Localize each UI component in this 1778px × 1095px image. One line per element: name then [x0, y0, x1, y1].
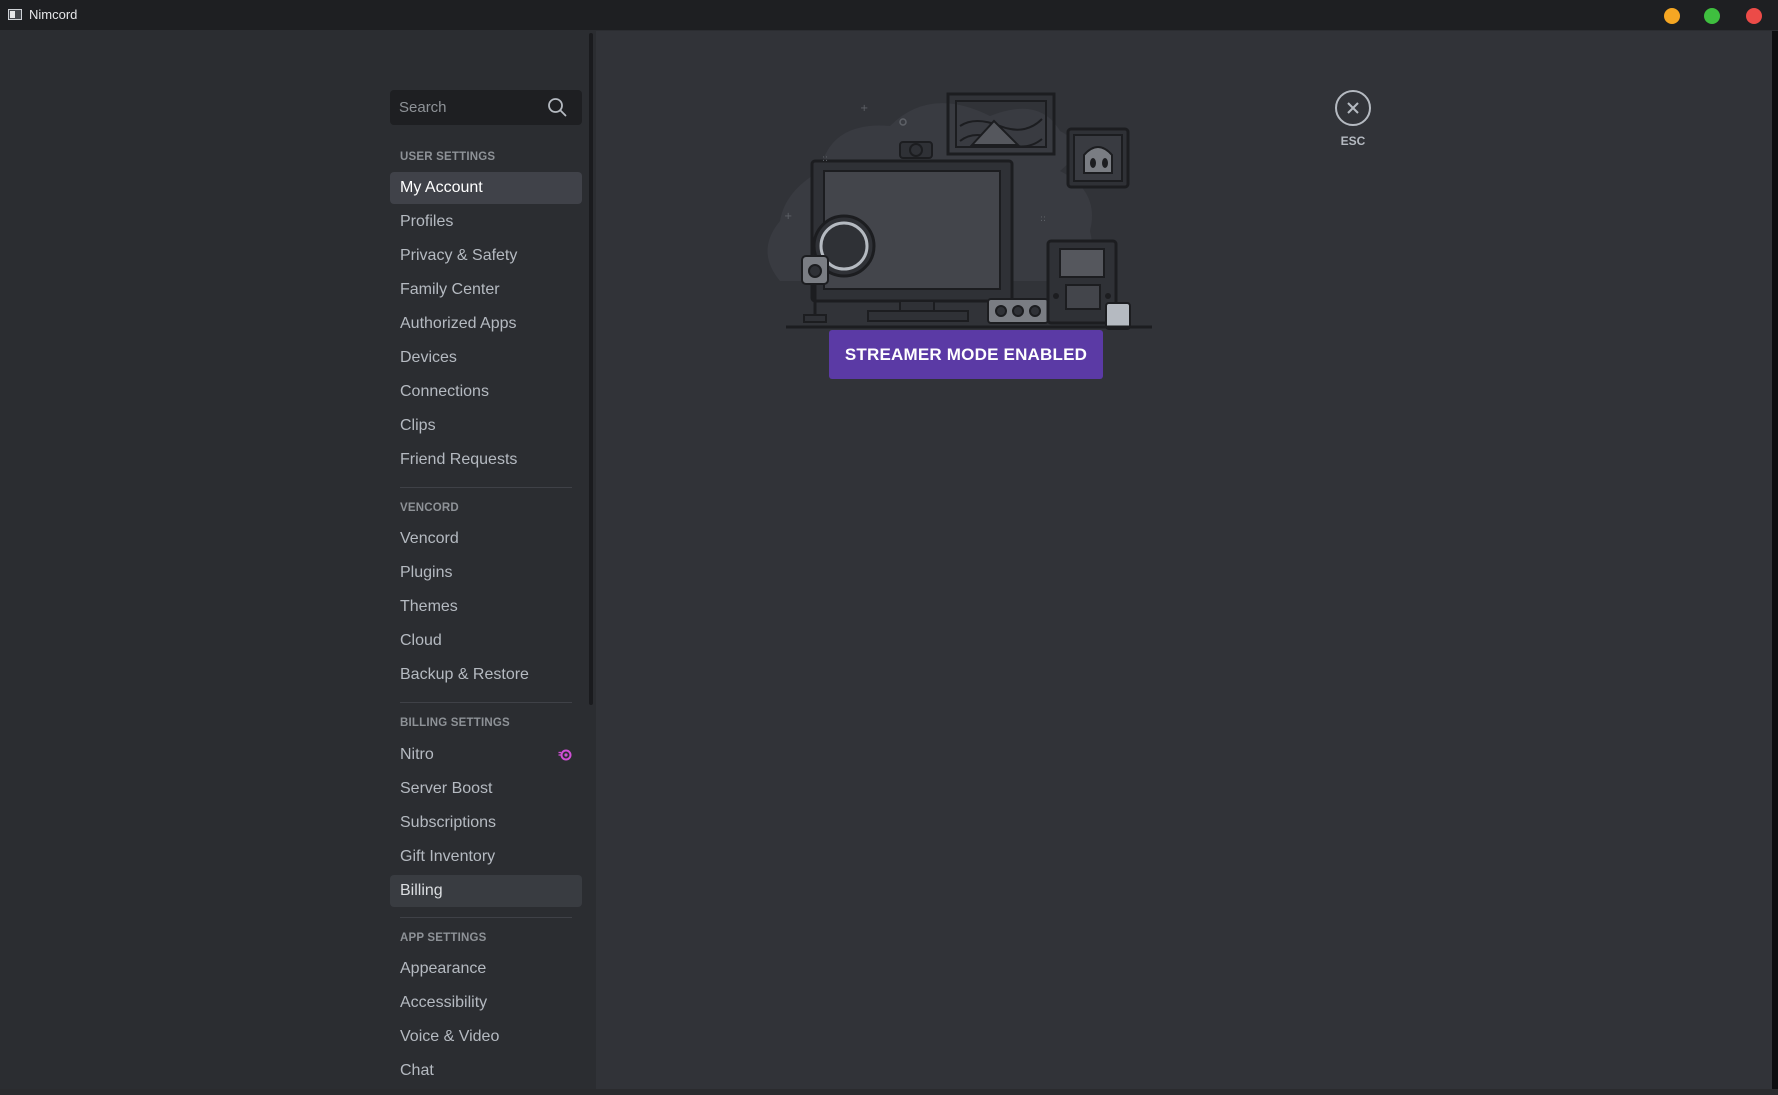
- section-header-vencord: VENCORD: [400, 502, 459, 514]
- sidebar-item-plugins[interactable]: Plugins: [390, 557, 582, 589]
- streamer-mode-button[interactable]: STREAMER MODE ENABLED: [829, 330, 1103, 379]
- streamer-mode-illustration: + + :: ::: [767, 92, 1152, 330]
- sidebar-item-cloud[interactable]: Cloud: [390, 625, 582, 657]
- sidebar-item-backup-restore[interactable]: Backup & Restore: [390, 659, 582, 691]
- desktop-strip: [0, 1089, 1778, 1095]
- sidebar-item-billing[interactable]: Billing: [390, 875, 582, 907]
- search-input[interactable]: [390, 90, 549, 125]
- sidebar-item-appearance[interactable]: Appearance: [390, 953, 582, 985]
- section-header-billing-settings: BILLING SETTINGS: [400, 717, 510, 729]
- close-settings-button[interactable]: [1335, 90, 1371, 126]
- settings-sidebar: USER SETTINGS My Account Profiles Privac…: [0, 31, 596, 1089]
- close-window-button[interactable]: [1746, 8, 1762, 24]
- sidebar-item-subscriptions[interactable]: Subscriptions: [390, 807, 582, 839]
- sidebar-item-profiles[interactable]: Profiles: [390, 206, 582, 238]
- sidebar-item-authorized-apps[interactable]: Authorized Apps: [390, 308, 582, 340]
- svg-text:::: ::: [1040, 214, 1046, 224]
- sidebar-item-gift-inventory[interactable]: Gift Inventory: [390, 841, 582, 873]
- section-header-app-settings: APP SETTINGS: [400, 932, 487, 944]
- sidebar-scrollbar[interactable]: [589, 33, 593, 705]
- maximize-button[interactable]: [1704, 8, 1720, 24]
- esc-label: ESC: [1340, 134, 1366, 148]
- sidebar-item-chat[interactable]: Chat: [390, 1055, 582, 1087]
- app-window-icon: [8, 9, 22, 20]
- sidebar-item-vencord[interactable]: Vencord: [390, 523, 582, 555]
- sidebar-item-nitro[interactable]: Nitro: [390, 739, 582, 771]
- sidebar-divider: [400, 487, 572, 488]
- svg-text:+: +: [784, 211, 792, 222]
- svg-text:::: ::: [822, 154, 828, 164]
- title-bar: Nimcord: [0, 0, 1778, 31]
- section-header-user-settings: USER SETTINGS: [400, 151, 496, 163]
- search-box[interactable]: [390, 90, 582, 125]
- sidebar-item-my-account[interactable]: My Account: [390, 172, 582, 204]
- sidebar-divider: [400, 917, 572, 918]
- window-title: Nimcord: [29, 7, 78, 22]
- sidebar-item-label: Nitro: [400, 746, 434, 763]
- search-icon[interactable]: [547, 97, 567, 117]
- sidebar-item-server-boost[interactable]: Server Boost: [390, 773, 582, 805]
- svg-text:+: +: [860, 103, 868, 114]
- sidebar-item-themes[interactable]: Themes: [390, 591, 582, 623]
- sidebar-item-family-center[interactable]: Family Center: [390, 274, 582, 306]
- sidebar-item-clips[interactable]: Clips: [390, 410, 582, 442]
- sidebar-item-voice-video[interactable]: Voice & Video: [390, 1021, 582, 1053]
- sidebar-item-friend-requests[interactable]: Friend Requests: [390, 444, 582, 476]
- window-edge: [1772, 31, 1778, 1095]
- sidebar-item-devices[interactable]: Devices: [390, 342, 582, 374]
- settings-window: USER SETTINGS My Account Profiles Privac…: [0, 31, 1772, 1089]
- close-icon: [1347, 102, 1359, 114]
- sidebar-item-accessibility[interactable]: Accessibility: [390, 987, 582, 1019]
- sidebar-item-privacy-safety[interactable]: Privacy & Safety: [390, 240, 582, 272]
- sidebar-divider: [400, 702, 572, 703]
- nitro-icon: [558, 749, 572, 761]
- minimize-button[interactable]: [1664, 8, 1680, 24]
- sidebar-item-connections[interactable]: Connections: [390, 376, 582, 408]
